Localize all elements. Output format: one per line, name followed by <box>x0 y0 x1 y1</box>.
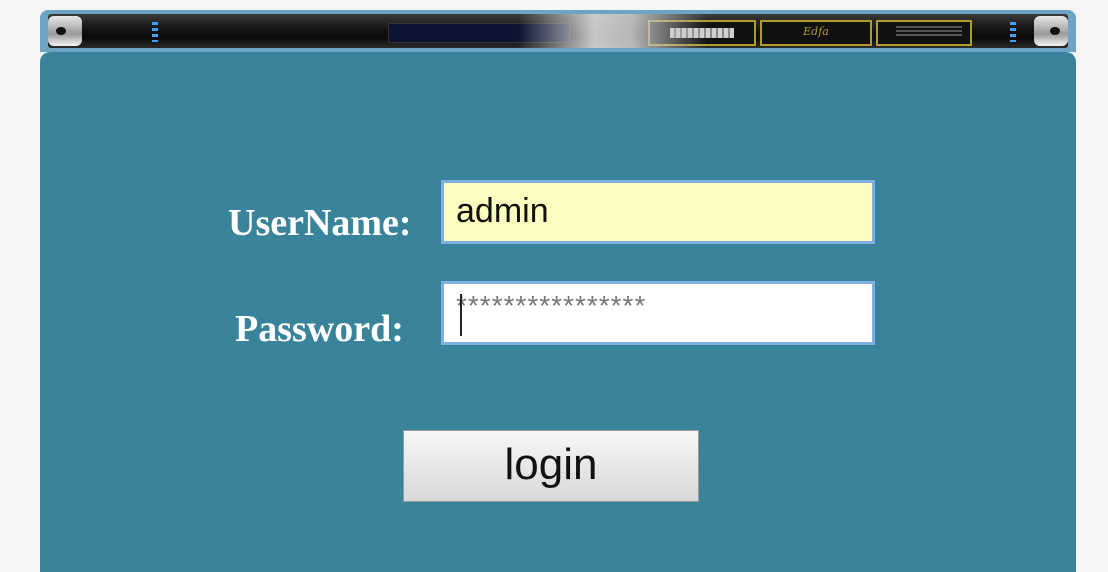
login-button[interactable]: login <box>403 430 699 502</box>
device-panel-1 <box>648 20 756 46</box>
device-panel-3 <box>876 20 972 46</box>
login-panel: UserName: admin Password: **************… <box>40 52 1076 572</box>
password-label: Password: <box>235 308 404 350</box>
device-chassis: Edfa <box>48 14 1068 48</box>
username-field[interactable]: admin <box>441 180 875 244</box>
text-cursor <box>460 294 462 336</box>
rack-ear-right <box>1034 16 1068 46</box>
device-banner-image: Edfa <box>40 10 1076 52</box>
device-display <box>388 23 570 43</box>
status-leds-left <box>152 22 158 42</box>
password-field[interactable]: **************** <box>441 281 875 345</box>
device-logo-panel: Edfa <box>760 20 872 46</box>
rack-ear-left <box>48 16 82 46</box>
password-masked-value: **************** <box>456 290 647 321</box>
status-leds-right <box>1010 22 1016 42</box>
username-label: UserName: <box>228 202 412 244</box>
